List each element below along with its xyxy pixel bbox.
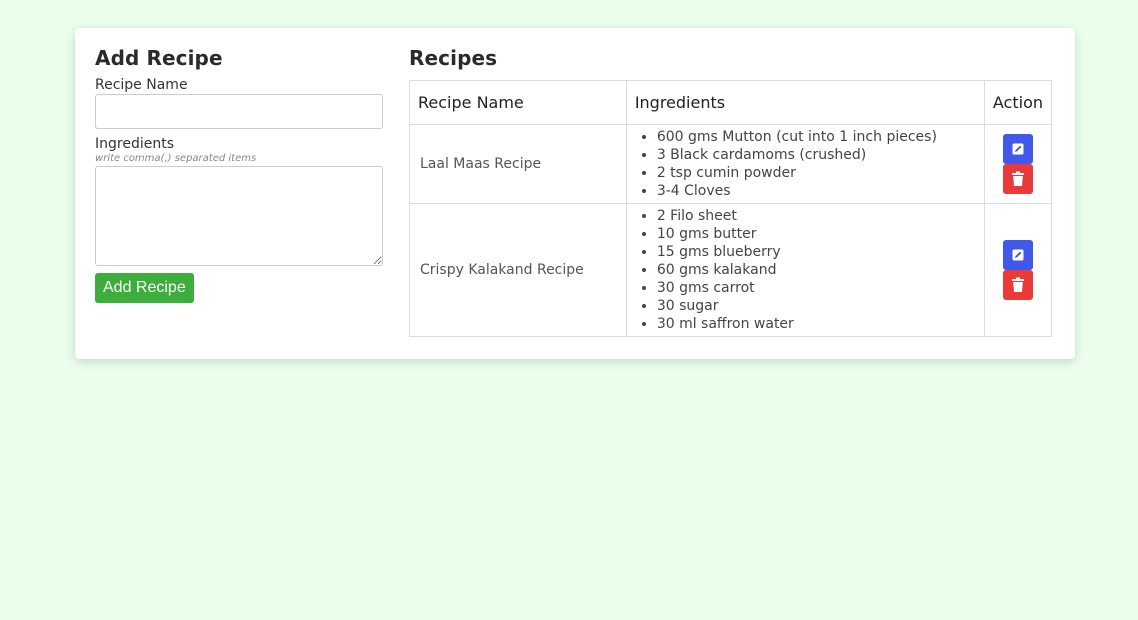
pencil-icon — [1012, 249, 1024, 261]
ingredient-item: 30 ml saffron water — [657, 315, 976, 333]
form-title: Add Recipe — [95, 46, 223, 70]
action-cell — [983, 124, 1053, 204]
recipes-panel: Recipes Recipe Name Ingredients Action L… — [409, 46, 1053, 337]
table-header-row: Recipe Name Ingredients Action — [409, 80, 1053, 125]
delete-button[interactable] — [1002, 270, 1033, 300]
action-cell — [983, 203, 1053, 337]
recipe-name-cell: Crispy Kalakand Recipe — [409, 203, 627, 337]
ingredient-item: 15 gms blueberry — [657, 243, 976, 261]
ingredient-item: 2 tsp cumin powder — [657, 164, 976, 182]
delete-button[interactable] — [1002, 164, 1033, 194]
ingredients-cell: 2 Filo sheet 10 gms butter 15 gms bluebe… — [625, 203, 985, 337]
trash-icon — [1011, 171, 1024, 186]
ingredient-item: 600 gms Mutton (cut into 1 inch pieces) — [657, 128, 976, 146]
ingredient-list: 600 gms Mutton (cut into 1 inch pieces) … — [635, 128, 976, 200]
ingredient-list: 2 Filo sheet 10 gms butter 15 gms bluebe… — [635, 207, 976, 333]
recipe-card: Add Recipe Recipe Name Ingredients write… — [75, 28, 1075, 359]
edit-button[interactable] — [1002, 134, 1033, 164]
trash-icon — [1011, 277, 1024, 292]
ingredients-textarea[interactable] — [95, 166, 383, 266]
recipes-title: Recipes — [409, 46, 498, 70]
column-header-action: Action — [983, 80, 1053, 125]
column-header-recipe-name: Recipe Name — [409, 80, 627, 125]
ingredient-item: 3-4 Cloves — [657, 182, 976, 200]
recipe-name-cell: Laal Maas Recipe — [409, 124, 627, 204]
pencil-icon — [1012, 143, 1024, 155]
ingredients-cell: 600 gms Mutton (cut into 1 inch pieces) … — [625, 124, 985, 204]
table-row: Crispy Kalakand Recipe 2 Filo sheet 10 g… — [409, 203, 1053, 337]
column-header-ingredients: Ingredients — [625, 80, 985, 125]
ingredient-item: 30 sugar — [657, 297, 976, 315]
recipe-name-input[interactable] — [95, 94, 383, 129]
recipes-table: Recipe Name Ingredients Action Laal Maas… — [409, 80, 1053, 337]
recipe-name-label: Recipe Name — [95, 77, 188, 93]
ingredient-item: 3 Black cardamoms (crushed) — [657, 146, 976, 164]
table-row: Laal Maas Recipe 600 gms Mutton (cut int… — [409, 124, 1053, 204]
edit-button[interactable] — [1002, 240, 1033, 270]
ingredients-hint: write comma(,) separated items — [95, 153, 257, 164]
add-recipe-button[interactable]: Add Recipe — [95, 273, 194, 303]
ingredient-item: 2 Filo sheet — [657, 207, 976, 225]
ingredient-item: 30 gms carrot — [657, 279, 976, 297]
ingredient-item: 60 gms kalakand — [657, 261, 976, 279]
ingredients-label: Ingredients — [95, 136, 174, 152]
add-recipe-form: Add Recipe Recipe Name Ingredients write… — [95, 46, 383, 303]
ingredient-item: 10 gms butter — [657, 225, 976, 243]
